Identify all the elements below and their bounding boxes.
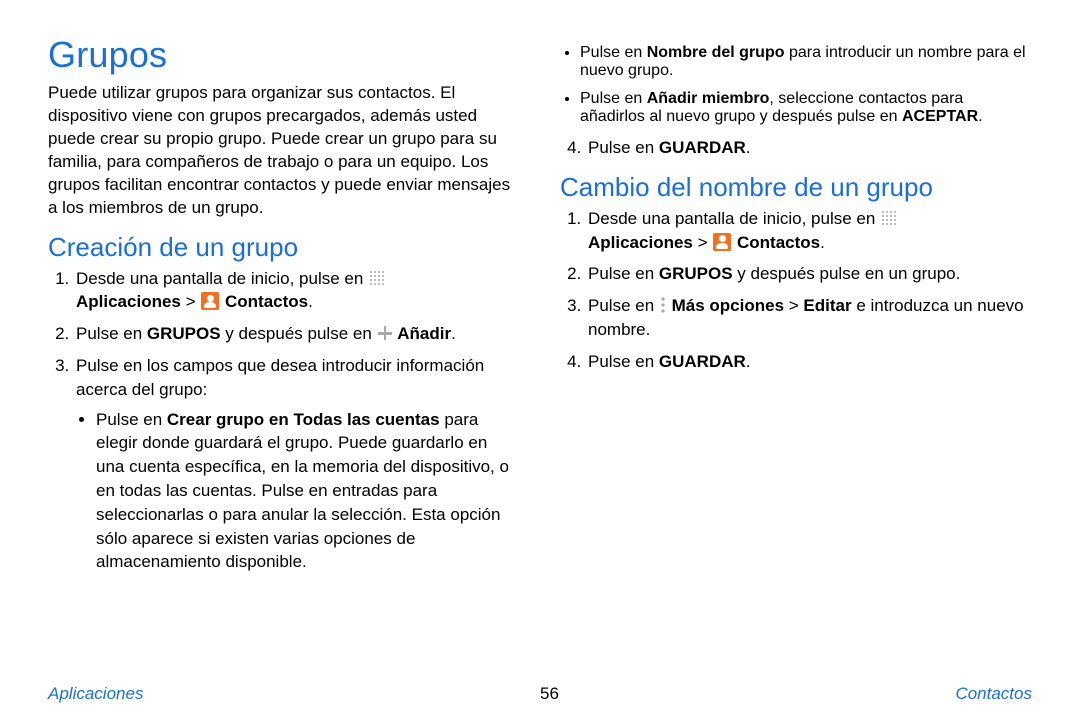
text: Pulse en los campos que desea introducir…	[76, 356, 484, 399]
text: Pulse en	[588, 138, 659, 157]
text: .	[978, 108, 982, 125]
column-right: Pulse en Nombre del grupo para introduci…	[560, 34, 1032, 654]
text: para elegir donde guardará el grupo. Pue…	[96, 410, 509, 572]
more-options-label: Más opciones	[672, 296, 784, 315]
create-step-3: Pulse en los campos que desea introducir…	[74, 354, 520, 574]
create-sub-3: Pulse en Añadir miembro, seleccione cont…	[580, 90, 1032, 126]
bold-text: Nombre del grupo	[647, 44, 785, 61]
groups-label: GRUPOS	[659, 264, 733, 283]
footer-section-right: Contactos	[955, 684, 1032, 704]
apps-grid-icon	[369, 270, 385, 286]
text: .	[451, 324, 456, 343]
create-sublist: Pulse en Crear grupo en Todas las cuenta…	[76, 408, 520, 575]
text: Pulse en	[588, 264, 659, 283]
text: y después pulse en	[221, 324, 377, 343]
rename-group-steps: Desde una pantalla de inicio, pulse en A…	[560, 207, 1032, 374]
create-step-4: Pulse en GUARDAR.	[586, 136, 1032, 160]
rename-step-3: Pulse en Más opciones > Editar e introdu…	[586, 294, 1032, 342]
more-options-icon	[661, 297, 665, 313]
column-left: Grupos Puede utilizar grupos para organi…	[48, 34, 520, 654]
breadcrumb-sep: >	[181, 292, 200, 311]
contacts-icon	[201, 292, 219, 310]
apps-label: Aplicaciones	[76, 292, 181, 311]
edit-label: Editar	[803, 296, 851, 315]
text: Pulse en	[580, 90, 647, 107]
manual-page: Grupos Puede utilizar grupos para organi…	[0, 0, 1080, 720]
contacts-icon	[713, 233, 731, 251]
create-group-steps: Desde una pantalla de inicio, pulse en A…	[48, 267, 520, 575]
create-step-1: Desde una pantalla de inicio, pulse en A…	[74, 267, 520, 315]
text: .	[746, 352, 751, 371]
create-sub-1: Pulse en Crear grupo en Todas las cuenta…	[96, 408, 520, 575]
save-label: GUARDAR	[659, 352, 746, 371]
intro-text: Puede utilizar grupos para organizar sus…	[48, 82, 520, 220]
text: Desde una pantalla de inicio, pulse en	[76, 269, 368, 288]
apps-grid-icon	[881, 210, 897, 226]
apps-label: Aplicaciones	[588, 233, 693, 252]
text: Desde una pantalla de inicio, pulse en	[588, 209, 880, 228]
accept-label: ACEPTAR	[902, 108, 978, 125]
text: Pulse en	[580, 44, 647, 61]
create-step-2: Pulse en GRUPOS y después pulse en Añadi…	[74, 322, 520, 346]
page-footer: Aplicaciones 56 Contactos	[48, 684, 1032, 704]
text: .	[746, 138, 751, 157]
contacts-label: Contactos	[737, 233, 820, 252]
create-sublist-cont: Pulse en Nombre del grupo para introduci…	[560, 44, 1032, 126]
text: Pulse en	[588, 296, 659, 315]
breadcrumb-sep: >	[693, 233, 712, 252]
save-label: GUARDAR	[659, 138, 746, 157]
breadcrumb-sep: >	[784, 296, 803, 315]
two-column-layout: Grupos Puede utilizar grupos para organi…	[48, 34, 1032, 654]
add-label: Añadir	[397, 324, 451, 343]
text: Pulse en	[588, 352, 659, 371]
create-group-steps-cont: Pulse en GUARDAR.	[560, 136, 1032, 160]
footer-section-left: Aplicaciones	[48, 684, 143, 704]
footer-page-number: 56	[540, 684, 559, 704]
page-title: Grupos	[48, 34, 520, 76]
contacts-label: Contactos	[225, 292, 308, 311]
heading-create-group: Creación de un grupo	[48, 232, 520, 263]
rename-step-2: Pulse en GRUPOS y después pulse en un gr…	[586, 262, 1032, 286]
create-sub-2: Pulse en Nombre del grupo para introduci…	[580, 44, 1032, 80]
text: Pulse en	[76, 324, 147, 343]
plus-icon	[378, 326, 392, 340]
groups-label: GRUPOS	[147, 324, 221, 343]
bold-text: Crear grupo en Todas las cuentas	[167, 410, 440, 429]
rename-step-1: Desde una pantalla de inicio, pulse en A…	[586, 207, 1032, 255]
text: .	[820, 233, 825, 252]
text: Pulse en	[96, 410, 167, 429]
rename-step-4: Pulse en GUARDAR.	[586, 350, 1032, 374]
bold-text: Añadir miembro	[647, 90, 770, 107]
heading-rename-group: Cambio del nombre de un grupo	[560, 172, 1032, 203]
text: y después pulse en un grupo.	[733, 264, 961, 283]
text: .	[308, 292, 313, 311]
